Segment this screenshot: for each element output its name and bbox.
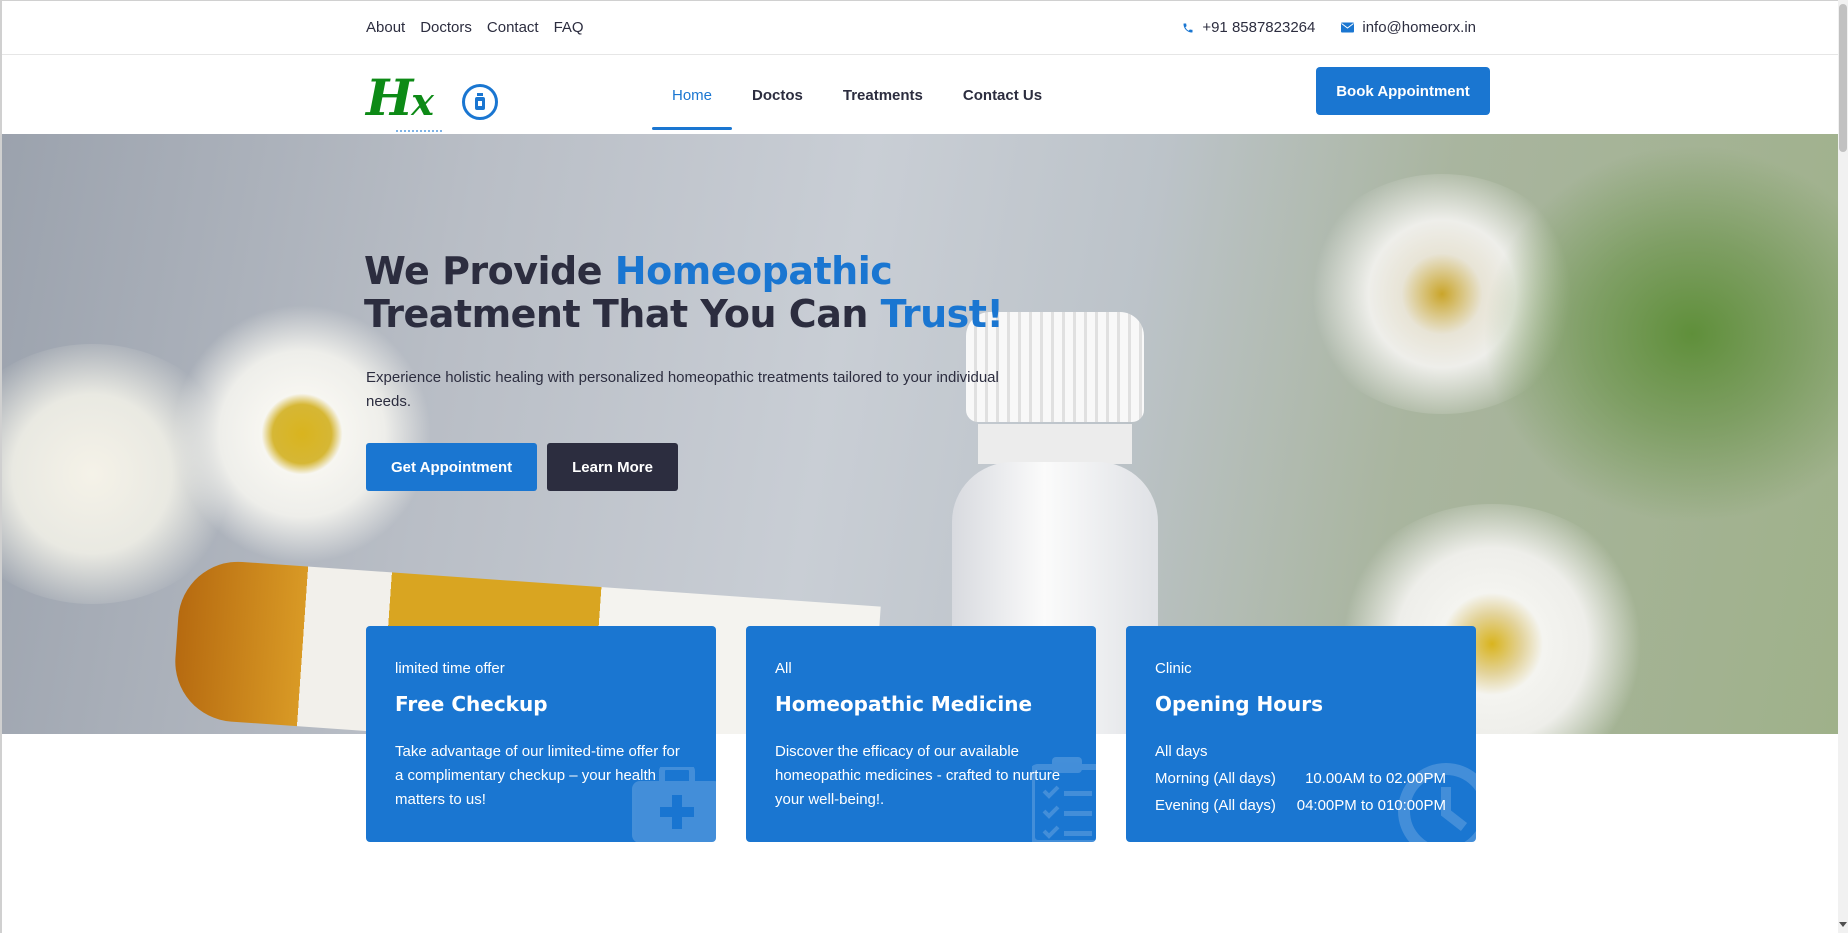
- topbar-contact: +91 8587823264 info@homeorx.in: [1182, 19, 1476, 36]
- nav-item-contact-us[interactable]: Contact Us: [943, 56, 1062, 134]
- hours-label: Morning (All days): [1155, 770, 1276, 787]
- clipboard-list-icon: [1029, 757, 1096, 842]
- get-appointment-button[interactable]: Get Appointment: [366, 443, 538, 491]
- card-title: Opening Hours: [1155, 692, 1323, 716]
- scroll-down-arrow-icon[interactable]: [1839, 922, 1847, 927]
- scrollbar-thumb[interactable]: [1839, 4, 1847, 152]
- hero-title: We Provide Homeopathic Treatment That Yo…: [364, 250, 1064, 336]
- topbar: About Doctors Contact FAQ +91 8587823264…: [2, 1, 1838, 55]
- hero-background-flower: [172, 304, 432, 564]
- topbar-link-doctors[interactable]: Doctors: [420, 19, 472, 36]
- card-text: Discover the efficacy of our available h…: [775, 743, 1061, 808]
- hero-description: Experience holistic healing with persona…: [366, 369, 999, 410]
- card-kicker: Clinic: [1155, 660, 1192, 677]
- envelope-icon: [1341, 22, 1355, 33]
- hero-title-part2: Treatment That You Can: [364, 292, 881, 336]
- topbar-link-about[interactable]: About: [366, 19, 405, 36]
- topbar-link-contact[interactable]: Contact: [487, 19, 539, 36]
- card-kicker: limited time offer: [395, 660, 505, 677]
- card-title: Homeopathic Medicine: [775, 692, 1033, 716]
- phone-contact[interactable]: +91 8587823264: [1182, 19, 1315, 36]
- feature-card-homeopathic-medicine: All Homeopathic Medicine Discover the ef…: [746, 626, 1096, 842]
- phone-number: +91 8587823264: [1202, 19, 1316, 36]
- nav-item-doctors[interactable]: Doctos: [732, 56, 823, 134]
- card-title: Free Checkup: [395, 692, 548, 716]
- main-nav: Home Doctos Treatments Contact Us: [652, 56, 1062, 134]
- nav-item-treatments[interactable]: Treatments: [823, 56, 943, 134]
- page-scrollbar[interactable]: [1838, 0, 1848, 933]
- feature-card-opening-hours: Clinic Opening Hours All days Morning (A…: [1126, 626, 1476, 842]
- topbar-links: About Doctors Contact FAQ: [366, 19, 584, 36]
- learn-more-button[interactable]: Learn More: [547, 443, 678, 491]
- nav-item-home[interactable]: Home: [652, 56, 733, 134]
- email-contact[interactable]: info@homeorx.in: [1341, 19, 1476, 36]
- first-aid-icon: [632, 764, 716, 842]
- feature-cards: limited time offer Free Checkup Take adv…: [366, 626, 1476, 842]
- hours-label: Evening (All days): [1155, 797, 1276, 814]
- medicine-bottle-icon: [462, 84, 498, 120]
- card-kicker: All: [775, 660, 792, 677]
- book-appointment-button[interactable]: Book Appointment: [1316, 67, 1490, 115]
- logo-text: Hx: [366, 68, 434, 127]
- hero-title-part1: We Provide: [364, 249, 615, 293]
- feature-card-free-checkup: limited time offer Free Checkup Take adv…: [366, 626, 716, 842]
- hero-buttons: Get Appointment Learn More: [366, 443, 678, 491]
- clock-icon: [1396, 761, 1476, 842]
- email-address: info@homeorx.in: [1362, 19, 1476, 36]
- hero-title-accent2: Trust!: [880, 292, 1004, 336]
- site-logo[interactable]: Hx: [366, 68, 506, 134]
- topbar-link-faq[interactable]: FAQ: [554, 19, 584, 36]
- hours-heading-label: All days: [1155, 743, 1208, 760]
- hero-title-accent1: Homeopathic: [614, 249, 893, 293]
- hero-background-leaves: [1482, 144, 1838, 524]
- main-header: Hx Home Doctos Treatments Contact Us Boo…: [2, 56, 1838, 134]
- phone-icon: [1182, 22, 1194, 34]
